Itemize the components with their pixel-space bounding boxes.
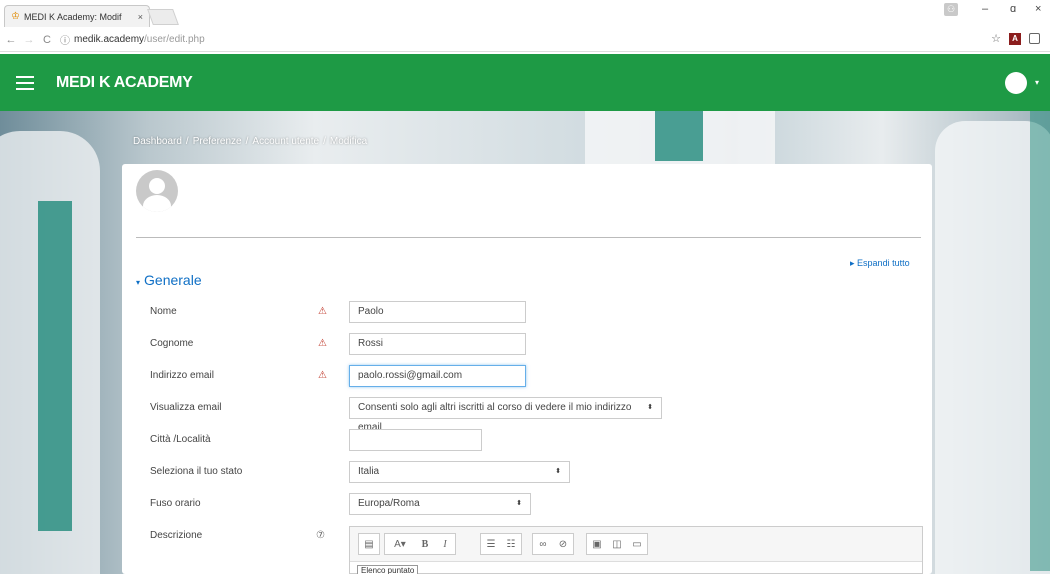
browser-profile-icon[interactable]: ⚇ [944, 3, 958, 16]
visualizza-email-select[interactable]: Consenti solo agli altri iscritti al cor… [349, 397, 662, 433]
nome-label: Nome [150, 306, 177, 317]
toolbar-toggle-icon[interactable]: ▤ [359, 534, 379, 554]
breadcrumb-modifica: Modifica [329, 136, 368, 147]
section-title: Generale [144, 272, 202, 288]
hamburger-menu-icon[interactable] [16, 75, 34, 90]
editor-toolbar: ▤ A▾ B I ☰ ☷ ∞ ⊘ ▣ ◫ ▭ [350, 527, 922, 562]
breadcrumb-account-utente[interactable]: Account utente [252, 136, 319, 147]
fuso-orario-select[interactable]: Europa/Roma ⬍ [349, 493, 531, 515]
bookmark-star-icon[interactable]: ☆ [991, 32, 1001, 45]
media-icon[interactable]: ◫ [607, 534, 627, 554]
numbered-list-icon[interactable]: ☷ [501, 534, 521, 554]
url-field[interactable]: ⓘ medik.academy/user/edit.php [60, 32, 205, 47]
unlink-icon[interactable]: ⊘ [553, 534, 573, 554]
url-path: /user/edit.php [144, 34, 205, 45]
toolbar-tooltip: Elenco puntato [357, 565, 419, 574]
back-button[interactable]: ← [4, 34, 18, 46]
citta-input[interactable] [349, 429, 482, 451]
paragraph-style-icon[interactable]: A▾ [385, 534, 415, 554]
url-host: medik.academy [74, 34, 145, 45]
profile-edit-card: ▸ Espandi tutto ▾ Generale Nome ⚠ Paolo C… [122, 164, 932, 574]
tab-title: MEDI K Academy: Modif [23, 11, 122, 22]
stato-label: Seleziona il tuo stato [150, 466, 243, 477]
select-arrow-icon: ⬍ [516, 500, 522, 507]
file-icon[interactable]: ▭ [627, 534, 647, 554]
user-menu-caret-icon[interactable]: ▾ [1035, 78, 1039, 87]
nome-input[interactable]: Paolo [349, 301, 526, 323]
breadcrumb-dashboard[interactable]: Dashboard [133, 136, 182, 147]
descrizione-editor[interactable]: ▤ A▾ B I ☰ ☷ ∞ ⊘ ▣ ◫ ▭ [349, 526, 923, 574]
pdf-extension-icon[interactable]: A [1009, 32, 1021, 45]
bullet-list-icon[interactable]: ☰ [481, 534, 501, 554]
new-tab-button[interactable] [147, 9, 179, 25]
breadcrumb: Dashboard / Preferenze / Account utente / Modi… [133, 136, 368, 147]
required-icon: ⚠ [318, 338, 327, 349]
visualizza-email-label: Visualizza email [150, 402, 222, 413]
breadcrumb-preferenze[interactable]: Preferenze [193, 136, 242, 147]
browser-tabbar: ♔ MEDI K Academy: Modif × ⚇ – ɑ × [0, 0, 1050, 28]
required-icon: ⚠ [318, 306, 327, 317]
bold-icon[interactable]: B [415, 534, 435, 554]
select-arrow-icon: ⬍ [647, 404, 653, 411]
site-header: MEDI K ACADEMY ▾ [0, 54, 1050, 111]
select-arrow-icon: ⬍ [555, 468, 561, 475]
citta-label: Città /Località [150, 434, 211, 445]
email-input[interactable]: paolo.rossi@gmail.com [349, 365, 526, 387]
fuso-orario-label: Fuso orario [150, 498, 201, 509]
user-menu-avatar[interactable] [1005, 72, 1027, 94]
site-info-icon[interactable]: ⓘ [60, 32, 70, 47]
minimize-button[interactable]: – [982, 3, 988, 15]
header-divider [136, 237, 921, 238]
close-window-button[interactable]: × [1035, 3, 1041, 15]
cognome-input[interactable]: Rossi [349, 333, 526, 355]
expand-all-link[interactable]: ▸ Espandi tutto [850, 258, 910, 269]
image-icon[interactable]: ▣ [587, 534, 607, 554]
collapse-arrow-icon: ▾ [136, 278, 141, 287]
extension-icon[interactable] [1029, 33, 1040, 44]
site-favicon-icon: ♔ [11, 11, 20, 22]
required-icon: ⚠ [318, 370, 327, 381]
reload-button[interactable]: C [40, 34, 54, 46]
descrizione-label: Descrizione [150, 530, 203, 541]
help-icon[interactable]: ⑦ [316, 530, 325, 541]
forward-button[interactable]: → [22, 34, 36, 46]
site-brand[interactable]: MEDI K ACADEMY [56, 74, 193, 92]
cognome-label: Cognome [150, 338, 194, 349]
stato-select[interactable]: Italia ⬍ [349, 461, 570, 483]
tab-close-icon[interactable]: × [138, 12, 143, 22]
link-icon[interactable]: ∞ [533, 534, 553, 554]
email-label: Indirizzo email [150, 370, 214, 381]
address-bar: ← → C ⓘ medik.academy/user/edit.php ☆ A [0, 28, 1050, 52]
user-avatar [136, 170, 178, 212]
browser-tab[interactable]: ♔ MEDI K Academy: Modif × [4, 5, 150, 27]
section-generale-toggle[interactable]: ▾ Generale [136, 272, 202, 288]
italic-icon[interactable]: I [435, 534, 455, 554]
restore-button[interactable]: ɑ [1010, 3, 1016, 15]
